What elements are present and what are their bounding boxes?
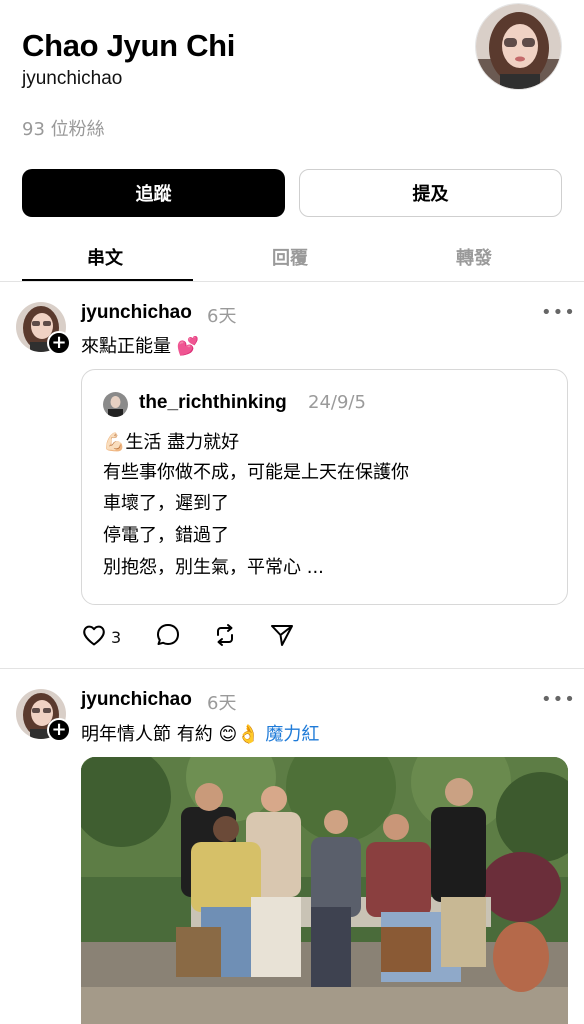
post-username[interactable]: jyunchichao [81,302,192,324]
comment-icon [155,622,181,652]
quote-date: 24/9/5 [308,392,366,413]
post-actions: 3 [81,623,341,653]
heart-icon [81,623,107,651]
follow-button[interactable]: 追蹤 [22,169,285,217]
post-username[interactable]: jyunchichao [81,689,192,711]
repost-icon [212,622,238,652]
profile-header: Chao Jyun Chi jyunchichao 93 位粉絲 [0,0,584,160]
follow-plus-icon[interactable]: + [47,331,71,355]
like-count: 3 [111,627,122,647]
more-icon[interactable]: ••• [541,689,576,710]
share-icon [269,622,295,652]
share-button[interactable] [269,623,295,651]
quote-line: 車壞了，遲到了 [103,493,229,514]
post-divider [0,668,584,669]
topic-tag-link[interactable]: 魔力紅 [265,724,319,745]
more-icon[interactable]: ••• [541,302,576,323]
quoted-post-card[interactable]: the_richthinking 24/9/5 💪🏻生活 盡力就好 有些事你做不… [81,369,568,605]
quote-line: 停電了，錯過了 [103,525,229,546]
quote-avatar[interactable] [103,392,128,417]
profile-display-name: Chao Jyun Chi [22,28,236,63]
profile-tabs: 串文 回覆 轉發 [0,232,584,282]
active-tab-indicator [22,279,193,281]
tab-replies[interactable]: 回覆 [272,244,308,270]
tab-threads[interactable]: 串文 [87,244,123,270]
tab-reposts[interactable]: 轉發 [456,244,492,270]
post-text: 來點正能量 💕 [81,336,200,357]
quote-line: 有些事你做不成，可能是上天在保護你 [103,462,409,483]
like-button[interactable]: 3 [81,623,121,651]
post-time: 6天 [207,693,237,714]
quote-line: 💪🏻生活 盡力就好 [103,432,240,453]
repost-button[interactable] [212,623,238,651]
profile-avatar[interactable] [475,3,562,90]
quote-line: 別抱怨，別生氣，平常心 ... [103,557,324,578]
followers-count[interactable]: 93 位粉絲 [22,115,105,141]
mention-button[interactable]: 提及 [299,169,562,217]
follow-plus-icon[interactable]: + [47,718,71,742]
quote-username[interactable]: the_richthinking [139,392,287,414]
profile-handle: jyunchichao [22,68,123,89]
comment-button[interactable] [155,623,181,651]
post-media-image[interactable] [81,757,568,1024]
post-time: 6天 [207,306,237,327]
post-text-body: 明年情人節 有約 😊👌 [81,724,260,745]
post-text: 明年情人節 有約 😊👌 魔力紅 [81,720,319,746]
